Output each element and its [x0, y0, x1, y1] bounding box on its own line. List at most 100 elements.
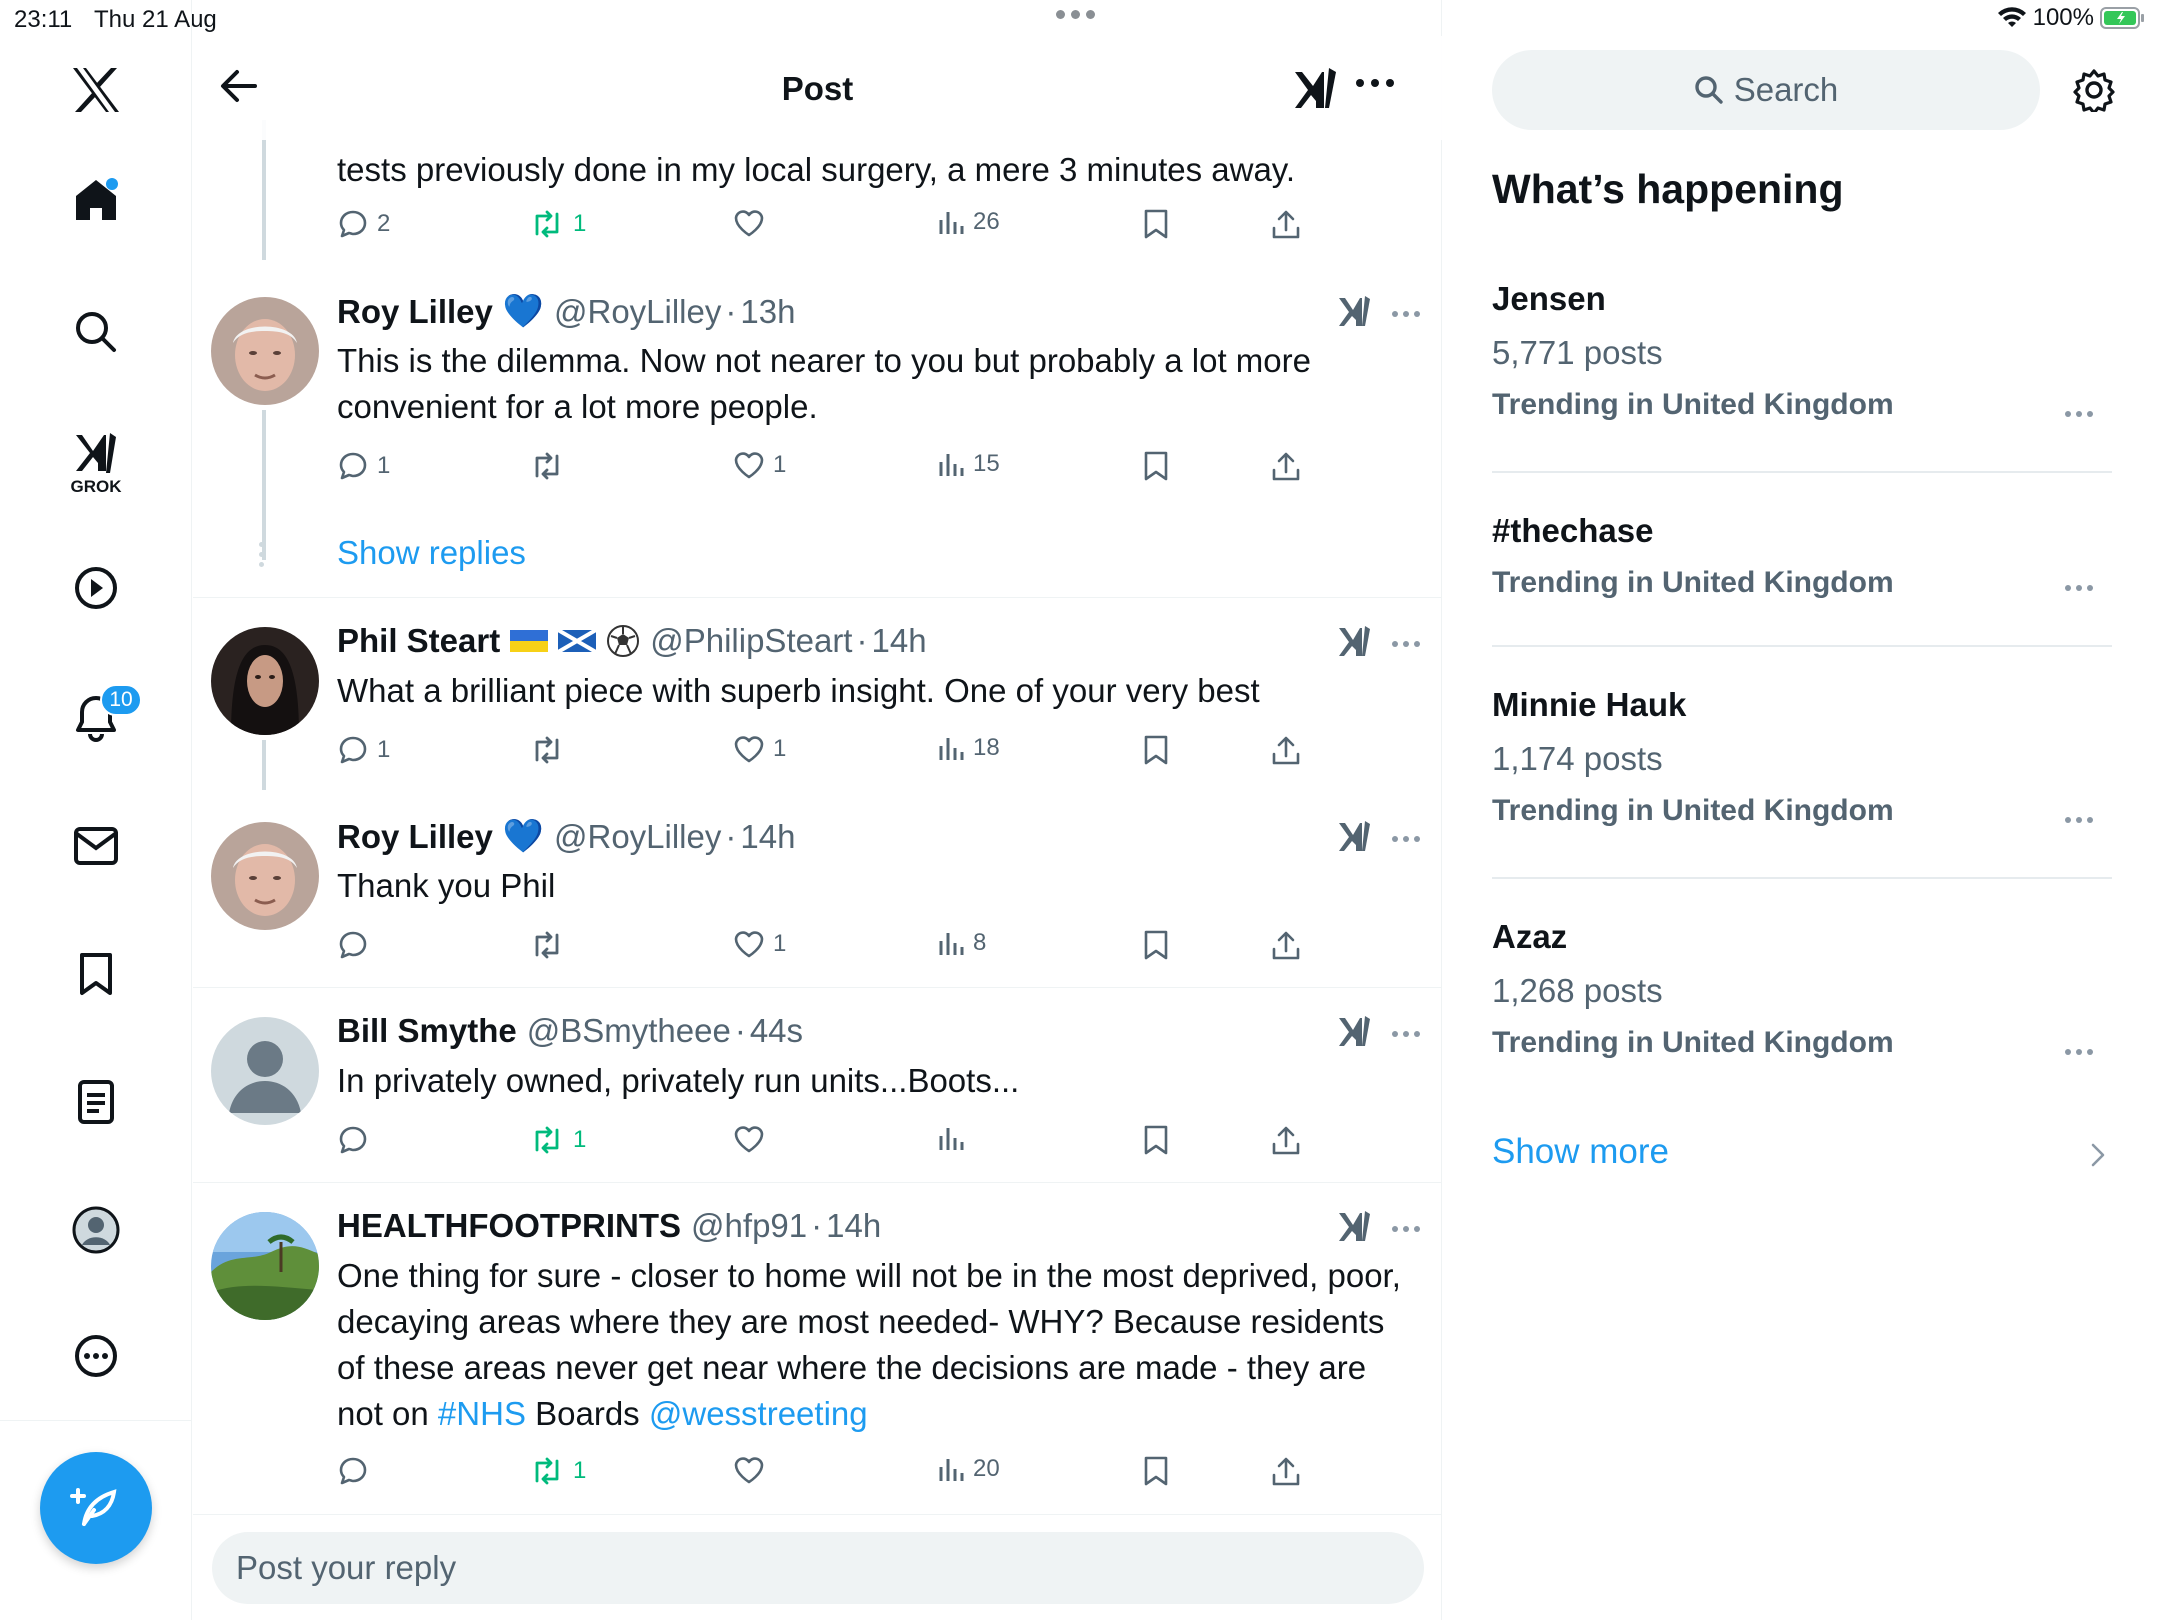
like-button[interactable]	[733, 1455, 773, 1485]
grok-explain-icon[interactable]	[1337, 1209, 1373, 1245]
share-button[interactable]	[1271, 1455, 1301, 1487]
author-handle[interactable]: @hfp91	[691, 1207, 807, 1245]
trend-item[interactable]: Azaz 1,268 posts Trending in United King…	[1492, 918, 2112, 1060]
post-more-icon[interactable]	[1391, 835, 1421, 843]
reply-button[interactable]: 1	[337, 734, 390, 766]
search-input[interactable]: Search	[1492, 50, 2040, 130]
default-avatar[interactable]	[211, 1017, 319, 1125]
reply-button[interactable]: 1	[337, 450, 390, 482]
bookmark-button[interactable]	[1143, 929, 1169, 961]
like-button[interactable]: 1	[733, 929, 786, 959]
share-button[interactable]	[1271, 929, 1301, 961]
post-time[interactable]: 14h	[871, 622, 926, 660]
repost-button[interactable]: 1	[529, 1124, 586, 1156]
reply-input[interactable]: Post your reply	[212, 1532, 1424, 1604]
reply-button[interactable]	[337, 1455, 377, 1487]
avatar[interactable]	[211, 297, 319, 405]
author-handle[interactable]: @RoyLilley	[554, 293, 721, 331]
views-button[interactable]: 15	[937, 450, 1000, 478]
views-button[interactable]	[937, 1124, 973, 1152]
header-more-icon[interactable]	[1355, 78, 1395, 88]
bookmark-button[interactable]	[1143, 1455, 1169, 1487]
grok-explain-icon[interactable]	[1337, 819, 1373, 855]
x-logo-icon[interactable]	[66, 60, 126, 120]
grok-header-icon[interactable]	[1293, 66, 1339, 112]
reply-button[interactable]	[337, 1124, 377, 1156]
reply-button[interactable]: 2	[337, 208, 390, 240]
author-name[interactable]: Roy Lilley	[337, 293, 493, 331]
more-options-icon[interactable]	[66, 1326, 126, 1386]
avatar[interactable]	[211, 1212, 319, 1320]
bookmark-button[interactable]	[1143, 1124, 1169, 1156]
share-button[interactable]	[1271, 734, 1301, 766]
trend-more-icon[interactable]	[2064, 1048, 2094, 1056]
trend-more-icon[interactable]	[2064, 584, 2094, 592]
show-replies-link[interactable]: Show replies	[337, 534, 526, 572]
post-time[interactable]: 14h	[740, 818, 795, 856]
chevron-right-icon[interactable]	[2090, 1142, 2106, 1168]
bookmark-button[interactable]	[1143, 208, 1169, 240]
repost-button[interactable]	[529, 929, 573, 961]
like-button[interactable]: 1	[733, 734, 786, 764]
post-more-icon[interactable]	[1391, 310, 1421, 318]
avatar[interactable]	[211, 822, 319, 930]
trend-item[interactable]: Minnie Hauk 1,174 posts Trending in Unit…	[1492, 686, 2112, 828]
post-item[interactable]: Roy Lilley 💙 @RoyLilley · 14h Thank you …	[193, 815, 1442, 985]
share-button[interactable]	[1271, 1124, 1301, 1156]
post-time[interactable]: 44s	[750, 1012, 803, 1050]
bookmark-button[interactable]	[1143, 734, 1169, 766]
author-handle[interactable]: @BSmytheee	[527, 1012, 731, 1050]
grok-nav-item[interactable]: GROK	[66, 428, 126, 500]
author-name[interactable]: Phil Steart	[337, 622, 500, 660]
repost-button[interactable]: 1	[529, 1455, 586, 1487]
trend-more-icon[interactable]	[2064, 816, 2094, 824]
author-handle[interactable]: @RoyLilley	[554, 818, 721, 856]
profile-icon[interactable]	[66, 1200, 126, 1260]
avatar[interactable]	[211, 627, 319, 735]
like-button[interactable]: 1	[733, 450, 786, 480]
post-item[interactable]: Bill Smythe @BSmytheee · 44s In privatel…	[193, 1010, 1442, 1180]
repost-button[interactable]	[529, 450, 573, 482]
author-name[interactable]: Roy Lilley	[337, 818, 493, 856]
like-button[interactable]	[733, 208, 773, 238]
repost-button[interactable]: 1	[529, 208, 586, 240]
author-name[interactable]: Bill Smythe	[337, 1012, 517, 1050]
home-icon[interactable]	[66, 170, 126, 230]
author-handle[interactable]: @PhilipSteart	[650, 622, 852, 660]
grok-explain-icon[interactable]	[1337, 294, 1373, 330]
post-more-icon[interactable]	[1391, 1225, 1421, 1233]
post-more-icon[interactable]	[1391, 1030, 1421, 1038]
grok-explain-icon[interactable]	[1337, 624, 1373, 660]
post-item[interactable]: tests previously done in my local surger…	[193, 120, 1442, 260]
hashtag-link[interactable]: #NHS	[438, 1395, 526, 1432]
video-nav-icon[interactable]	[66, 558, 126, 618]
like-button[interactable]	[733, 1124, 773, 1154]
bookmarks-nav-icon[interactable]	[66, 944, 126, 1004]
trend-item[interactable]: Jensen 5,771 posts Trending in United Ki…	[1492, 280, 2112, 422]
post-time[interactable]: 13h	[740, 293, 795, 331]
views-button[interactable]: 20	[937, 1455, 1000, 1483]
settings-gear-icon[interactable]	[2072, 68, 2116, 112]
views-button[interactable]: 26	[937, 208, 1000, 236]
views-button[interactable]: 8	[937, 929, 986, 957]
lists-icon[interactable]	[66, 1072, 126, 1132]
post-more-icon[interactable]	[1391, 640, 1421, 648]
views-button[interactable]: 18	[937, 734, 1000, 762]
author-name[interactable]: HEALTHFOOTPRINTS	[337, 1207, 681, 1245]
grok-explain-icon[interactable]	[1337, 1014, 1373, 1050]
search-nav-icon[interactable]	[66, 302, 126, 362]
repost-button[interactable]	[529, 734, 573, 766]
mention-link[interactable]: @wesstreeting	[649, 1395, 868, 1432]
trend-more-icon[interactable]	[2064, 410, 2094, 418]
messages-icon[interactable]	[66, 816, 126, 876]
share-button[interactable]	[1271, 450, 1301, 482]
trend-item[interactable]: #thechase Trending in United Kingdom	[1492, 512, 2112, 600]
share-button[interactable]	[1271, 208, 1301, 240]
show-more-link[interactable]: Show more	[1492, 1132, 1669, 1172]
post-item[interactable]: Phil Steart @PhilipSteart · 14h What a b…	[193, 620, 1442, 790]
reply-button[interactable]	[337, 929, 377, 961]
post-time[interactable]: 14h	[826, 1207, 881, 1245]
bookmark-button[interactable]	[1143, 450, 1169, 482]
compose-post-button[interactable]	[40, 1452, 152, 1564]
post-item[interactable]: HEALTHFOOTPRINTS @hfp91 · 14h One thing …	[193, 1205, 1442, 1505]
